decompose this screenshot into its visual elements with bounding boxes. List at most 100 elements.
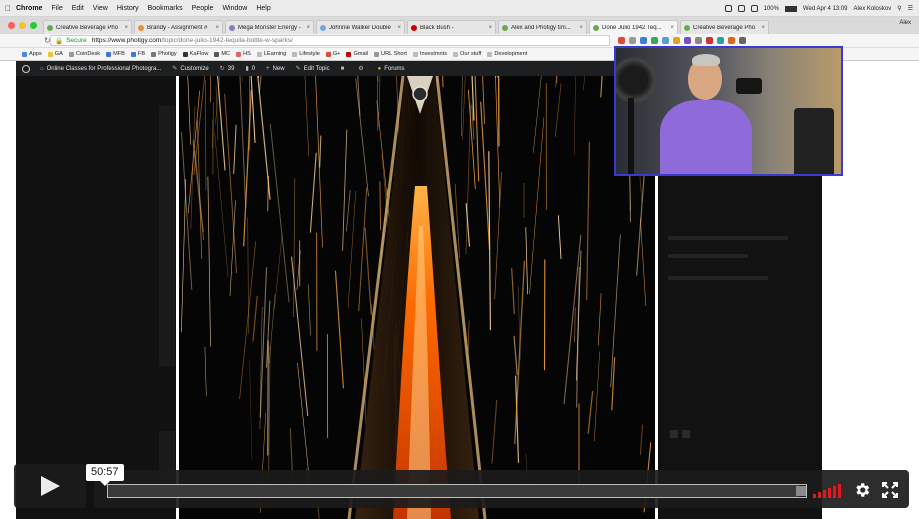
bookmark-item[interactable]: Gmail: [346, 51, 368, 57]
menu-people[interactable]: People: [192, 5, 214, 12]
menu-icon[interactable]: [739, 37, 746, 44]
extension-icon[interactable]: [706, 37, 713, 44]
spark-streak: [514, 260, 526, 445]
fullscreen-icon[interactable]: [882, 482, 898, 498]
extensions: [618, 37, 746, 44]
profile-button[interactable]: Alex: [899, 20, 911, 26]
bookmark-item[interactable]: Apps: [22, 51, 42, 57]
bookmark-item[interactable]: Photigy: [151, 51, 177, 57]
app-menu[interactable]: Chrome: [16, 5, 42, 12]
tab[interactable]: Johnnie Walker Double ×: [316, 20, 405, 34]
play-button[interactable]: [14, 464, 86, 508]
brush-icon: ✎: [172, 66, 178, 72]
bookmark-item[interactable]: HS: [236, 51, 251, 57]
bookmark-item[interactable]: Our stuff: [453, 51, 481, 57]
menu-edit[interactable]: Edit: [72, 5, 84, 12]
tab-close-icon[interactable]: ×: [579, 25, 583, 31]
bookmark-item[interactable]: FB: [130, 51, 145, 57]
battery-percent: 100%: [763, 5, 779, 12]
tab-close-icon[interactable]: ×: [488, 25, 492, 31]
list-icon[interactable]: ☰: [908, 5, 913, 12]
extension-icon[interactable]: [684, 37, 691, 44]
tab[interactable]: Alex and Photigy tim... ×: [498, 20, 587, 34]
tab[interactable]: Black Bush - ×: [407, 20, 496, 34]
bookmark-item[interactable]: GA: [47, 51, 63, 57]
battery-icon[interactable]: [784, 5, 797, 12]
comments-link[interactable]: ▮ 0: [245, 65, 255, 73]
bookmark-item[interactable]: MC: [214, 51, 230, 57]
status-icon[interactable]: [724, 5, 732, 12]
bookmark-item[interactable]: KaFlow: [182, 51, 208, 57]
menu-view[interactable]: View: [93, 5, 108, 12]
menu-history[interactable]: History: [117, 5, 139, 12]
menu-window[interactable]: Window: [222, 5, 247, 12]
extension-icon[interactable]: [640, 37, 647, 44]
toolbar-icon[interactable]: ■: [341, 66, 348, 72]
close-window-button[interactable]: [8, 22, 15, 29]
settings-icon[interactable]: ⚙: [358, 65, 366, 72]
progress-bar[interactable]: [107, 484, 807, 498]
site-name-link[interactable]: ⌂ Online Classes for Professional Photogr…: [40, 66, 161, 72]
spark-streak: [480, 101, 491, 250]
bookmark-label: Lifestyle: [299, 51, 320, 57]
extension-icon[interactable]: [673, 37, 680, 44]
tab-label: Mega Monster Energy -: [238, 24, 301, 31]
tab[interactable]: Creative Beverage Pho ×: [43, 20, 132, 34]
updates-link[interactable]: ↻ 39: [220, 65, 235, 73]
tab[interactable]: Creative Beverage Pho ×: [680, 20, 769, 34]
spark-streak: [640, 218, 647, 306]
menu-help[interactable]: Help: [256, 5, 270, 12]
forums-link[interactable]: ● Forums: [378, 66, 405, 72]
tab[interactable]: Brandy - Assignment # ×: [134, 20, 223, 34]
bookmark-item[interactable]: Investmnts: [412, 51, 447, 57]
zoom-window-button[interactable]: [30, 22, 37, 29]
star-icon[interactable]: [629, 37, 636, 44]
tab-close-icon[interactable]: ×: [215, 25, 219, 31]
omnibox[interactable]: 🔒 Secure https://www.photigy.com /topic/…: [50, 35, 610, 46]
reload-icon[interactable]: ↻: [0, 36, 51, 45]
menubar-clock[interactable]: Wed Apr 4 13:09: [803, 6, 848, 12]
tab[interactable]: Mega Monster Energy - ×: [225, 20, 314, 34]
bookmark-item[interactable]: G+: [325, 51, 340, 57]
bookmark-item[interactable]: CoinDesk: [68, 51, 100, 57]
extension-icon[interactable]: [662, 37, 669, 44]
scrub-handle[interactable]: [796, 486, 806, 496]
tab-close-icon[interactable]: ×: [306, 25, 310, 31]
tab[interactable]: Done Julio 1942 Teq... ×: [589, 20, 678, 34]
new-link[interactable]: + New: [266, 66, 285, 72]
status-icon[interactable]: [737, 5, 745, 12]
extension-icon[interactable]: [651, 37, 658, 44]
tab-label: Creative Beverage Pho: [56, 24, 119, 31]
extension-icon[interactable]: [728, 37, 735, 44]
bookmark-label: Our stuff: [460, 51, 482, 57]
menu-bookmarks[interactable]: Bookmarks: [148, 5, 183, 12]
bookmark-item[interactable]: Lifestyle: [292, 51, 320, 57]
menu-file[interactable]: File: [51, 5, 62, 12]
extension-icon[interactable]: [695, 37, 702, 44]
wifi-icon[interactable]: [750, 5, 758, 12]
tab-close-icon[interactable]: ×: [397, 25, 401, 31]
apple-menu-icon[interactable]: : [0, 4, 16, 13]
bookmark-item[interactable]: LEarning: [256, 51, 286, 57]
minimize-window-button[interactable]: [19, 22, 26, 29]
sidebar-icon[interactable]: [682, 430, 690, 438]
tab-close-icon[interactable]: ×: [670, 25, 674, 31]
tab-close-icon[interactable]: ×: [124, 25, 128, 31]
menubar-user[interactable]: Alex Koloskov: [854, 6, 892, 12]
settings-gear-icon[interactable]: [853, 481, 871, 499]
spark-streak: [224, 93, 237, 274]
edit-topic-link[interactable]: ✎ Edit Topic: [296, 65, 330, 73]
bookmark-item[interactable]: MFB: [106, 51, 125, 57]
search-icon[interactable]: ⚲: [897, 5, 901, 12]
bookmark-item[interactable]: Development: [487, 51, 527, 57]
tab-close-icon[interactable]: ×: [761, 25, 765, 31]
bookmark-item[interactable]: URL Short: [374, 51, 407, 57]
volume-control[interactable]: [813, 484, 841, 498]
wordpress-icon[interactable]: [22, 64, 30, 73]
customize-link[interactable]: ✎ Customize: [172, 65, 208, 73]
photo-frame: [176, 76, 658, 519]
extension-icon[interactable]: [618, 37, 625, 44]
extension-icon[interactable]: [717, 37, 724, 44]
tab-label: Creative Beverage Pho: [693, 24, 756, 31]
sidebar-icon[interactable]: [670, 430, 678, 438]
